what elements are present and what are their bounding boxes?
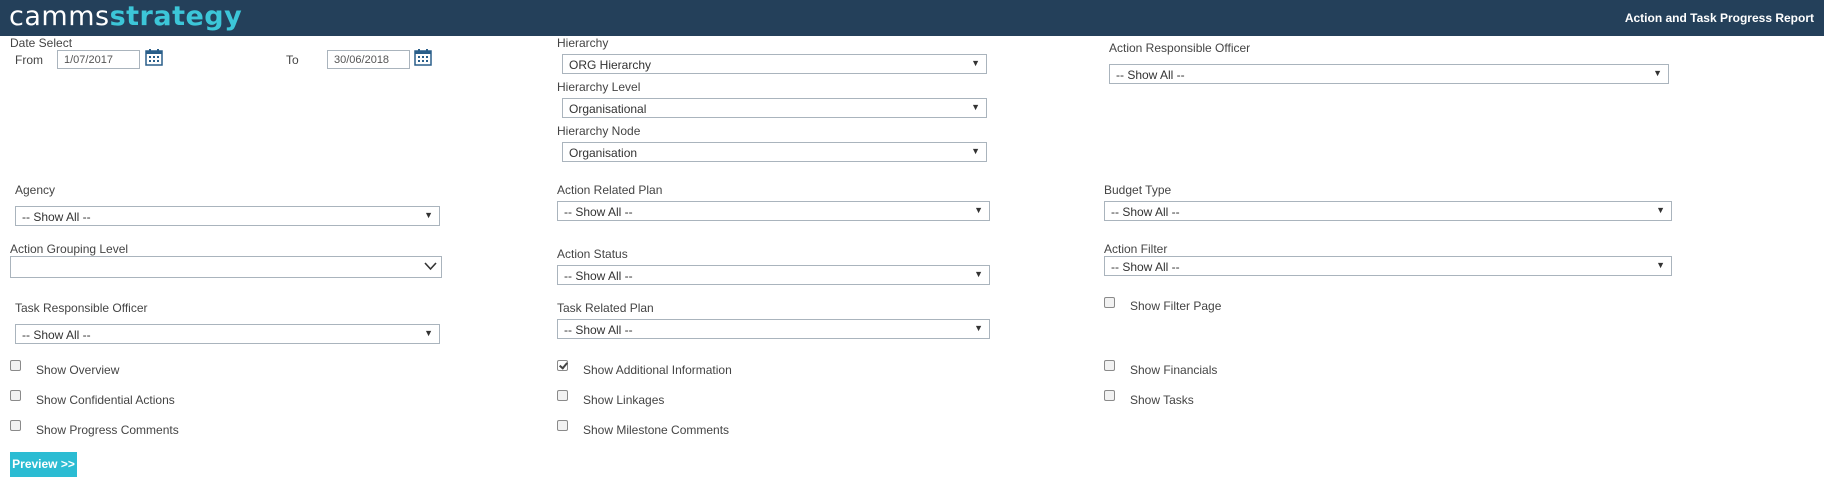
show-milestone-comments-label: Show Milestone Comments <box>583 423 730 437</box>
agency-label: Agency <box>15 183 56 197</box>
chevron-down-icon: ▼ <box>424 210 433 220</box>
chevron-down-icon: ▼ <box>974 205 983 215</box>
from-label: From <box>15 53 43 67</box>
task-responsible-officer-value: -- Show All -- <box>22 328 91 342</box>
show-linkages-label: Show Linkages <box>583 393 665 407</box>
app-header: cammsstrategy Action and Task Progress R… <box>0 0 1824 36</box>
budget-type-value: -- Show All -- <box>1111 205 1180 219</box>
hierarchy-node-label: Hierarchy Node <box>557 124 641 138</box>
action-responsible-officer-label: Action Responsible Officer <box>1109 41 1251 55</box>
hierarchy-level-label: Hierarchy Level <box>557 80 641 94</box>
show-confidential-actions-checkbox[interactable] <box>10 390 21 401</box>
task-related-plan-value: -- Show All -- <box>564 323 633 337</box>
to-date-input[interactable]: 30/06/2018 <box>327 50 410 69</box>
chevron-down-icon: ▼ <box>974 323 983 333</box>
show-filter-page-checkbox[interactable] <box>1104 297 1115 308</box>
show-progress-comments-label: Show Progress Comments <box>36 423 179 437</box>
chevron-down-icon <box>424 262 437 271</box>
budget-type-select[interactable]: -- Show All -- ▼ <box>1104 201 1672 221</box>
show-confidential-actions-label: Show Confidential Actions <box>36 393 175 407</box>
show-milestone-comments-checkbox[interactable] <box>557 420 568 431</box>
show-progress-comments-checkbox[interactable] <box>10 420 21 431</box>
preview-button[interactable]: Preview >> <box>10 452 77 477</box>
hierarchy-select[interactable]: ORG Hierarchy ▼ <box>562 54 987 74</box>
from-date-value: 1/07/2017 <box>64 54 113 66</box>
logo-text-strategy: strategy <box>109 1 243 32</box>
show-financials-checkbox[interactable] <box>1104 360 1115 371</box>
hierarchy-label: Hierarchy <box>557 36 609 50</box>
chevron-down-icon: ▼ <box>424 328 433 338</box>
action-responsible-officer-value: -- Show All -- <box>1116 68 1185 82</box>
show-overview-label: Show Overview <box>36 363 120 377</box>
show-filter-page-label: Show Filter Page <box>1130 299 1222 313</box>
task-responsible-officer-label: Task Responsible Officer <box>15 301 148 315</box>
agency-value: -- Show All -- <box>22 210 91 224</box>
calendar-icon[interactable] <box>414 49 432 66</box>
to-date-value: 30/06/2018 <box>334 54 390 66</box>
hierarchy-select-value: ORG Hierarchy <box>569 58 652 72</box>
action-grouping-level-select[interactable] <box>10 256 442 278</box>
chevron-down-icon: ▼ <box>1653 68 1662 78</box>
agency-select[interactable]: -- Show All -- ▼ <box>15 206 440 226</box>
action-related-plan-value: -- Show All -- <box>564 205 633 219</box>
show-tasks-label: Show Tasks <box>1130 393 1194 407</box>
chevron-down-icon: ▼ <box>974 269 983 279</box>
calendar-icon[interactable] <box>145 49 163 66</box>
show-linkages-checkbox[interactable] <box>557 390 568 401</box>
hierarchy-node-value: Organisation <box>569 146 638 160</box>
hierarchy-node-select[interactable]: Organisation ▼ <box>562 142 987 162</box>
task-related-plan-select[interactable]: -- Show All -- ▼ <box>557 319 990 339</box>
action-filter-label: Action Filter <box>1104 242 1168 256</box>
task-related-plan-label: Task Related Plan <box>557 301 654 315</box>
chevron-down-icon: ▼ <box>1656 260 1665 270</box>
from-date-input[interactable]: 1/07/2017 <box>57 50 140 69</box>
task-responsible-officer-select[interactable]: -- Show All -- ▼ <box>15 324 440 344</box>
to-label: To <box>286 53 299 67</box>
camms-strategy-logo[interactable]: cammsstrategy <box>9 1 242 33</box>
logo-text-camms: camms <box>9 1 110 32</box>
chevron-down-icon: ▼ <box>1656 205 1665 215</box>
action-responsible-officer-select[interactable]: -- Show All -- ▼ <box>1109 64 1669 84</box>
date-select-label: Date Select <box>10 36 73 50</box>
report-title: Action and Task Progress Report <box>1624 11 1814 25</box>
budget-type-label: Budget Type <box>1104 183 1172 197</box>
hierarchy-level-value: Organisational <box>569 102 647 116</box>
action-status-select[interactable]: -- Show All -- ▼ <box>557 265 990 285</box>
chevron-down-icon: ▼ <box>971 58 980 68</box>
action-filter-value: -- Show All -- <box>1111 260 1180 274</box>
action-status-label: Action Status <box>557 247 628 261</box>
action-filter-select[interactable]: -- Show All -- ▼ <box>1104 256 1672 276</box>
action-related-plan-select[interactable]: -- Show All -- ▼ <box>557 201 990 221</box>
action-grouping-level-label: Action Grouping Level <box>10 242 129 256</box>
hierarchy-level-select[interactable]: Organisational ▼ <box>562 98 987 118</box>
show-additional-information-label: Show Additional Information <box>583 363 732 377</box>
chevron-down-icon: ▼ <box>971 102 980 112</box>
action-related-plan-label: Action Related Plan <box>557 183 663 197</box>
show-tasks-checkbox[interactable] <box>1104 390 1115 401</box>
show-financials-label: Show Financials <box>1130 363 1218 377</box>
chevron-down-icon: ▼ <box>971 146 980 156</box>
show-additional-information-checkbox[interactable] <box>557 360 568 371</box>
show-overview-checkbox[interactable] <box>10 360 21 371</box>
action-status-value: -- Show All -- <box>564 269 633 283</box>
